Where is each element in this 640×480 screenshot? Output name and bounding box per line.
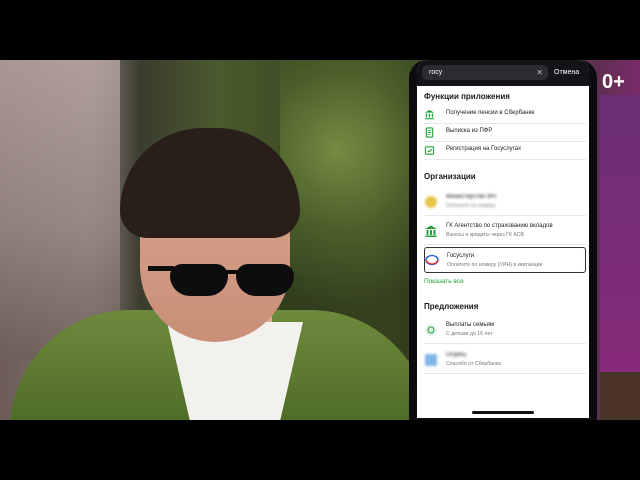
organization-title: Госуслуги (447, 253, 475, 259)
letterbox-bottom (0, 420, 640, 480)
organization-item-gosuslugi[interactable]: Госуслуги Оплатите по номеру (УИН) в кви… (424, 247, 586, 273)
bank-icon (425, 225, 437, 237)
letterbox-top (0, 0, 640, 60)
phone-device: госу ✕ Отмена Функции приложения Получен… (409, 60, 597, 420)
home-indicator[interactable] (472, 411, 534, 414)
function-item-label: Получение пенсии в Сбербанке (446, 110, 535, 116)
organization-subtitle: Взносы и кредиты через ГК АСВ (446, 232, 524, 238)
cancel-button[interactable]: Отмена (554, 65, 579, 80)
organization-title: ГК Агентство по страхованию вкладов (446, 223, 553, 229)
organization-subtitle: Оплатите по номеру (446, 203, 496, 209)
background-furniture (600, 372, 640, 420)
offer-title: Огурец (446, 352, 466, 358)
show-all-link[interactable]: Показать все (424, 278, 464, 285)
search-bar: госу ✕ Отмена (417, 60, 589, 86)
section-title-offers: Предложения (424, 302, 479, 311)
function-item-label: Выписка из ПФР (446, 128, 493, 134)
age-rating-badge: 0+ (602, 71, 625, 93)
section-title-organizations: Организации (424, 172, 476, 181)
offer-item-family-payments[interactable]: Выплаты семьям С детьми до 16 лет (424, 316, 586, 344)
gift-icon (425, 354, 437, 366)
family-icon (425, 324, 437, 336)
organization-title: Министерство МЧ (446, 194, 497, 200)
close-icon[interactable]: ✕ (536, 65, 543, 80)
organization-item-deposit-insurance[interactable]: ГК Агентство по страхованию вкладов Взно… (424, 217, 586, 245)
search-input[interactable]: госу ✕ (422, 65, 548, 80)
registration-icon (424, 146, 435, 155)
search-query: госу (429, 69, 443, 76)
sunglasses (148, 258, 294, 296)
organization-item-blurred[interactable]: Министерство МЧ Оплатите по номеру (424, 188, 586, 216)
bank-icon (424, 109, 435, 120)
document-icon (425, 127, 434, 138)
phone-screen: госу ✕ Отмена Функции приложения Получен… (417, 60, 589, 418)
offer-item-sberbank-spasibo[interactable]: Огурец Спасибо от Сбербанка (424, 346, 586, 374)
search-results: Функции приложения Получение пенсии в Сб… (417, 86, 589, 418)
offer-subtitle: Спасибо от Сбербанка (446, 361, 502, 367)
person-hair (120, 128, 300, 238)
section-title-functions: Функции приложения (424, 92, 510, 101)
function-item-pension[interactable]: Получение пенсии в Сбербанке (424, 106, 586, 124)
function-item-label: Регистрация на Госуслугах (446, 146, 522, 152)
function-item-gosuslugi-registration[interactable]: Регистрация на Госуслугах (424, 142, 586, 160)
organization-subtitle: Оплатите по номеру (УИН) в квитанции (447, 262, 543, 268)
gosuslugi-icon (425, 254, 439, 266)
function-item-pfr-statement[interactable]: Выписка из ПФР (424, 124, 586, 142)
coin-icon (425, 196, 437, 208)
offer-title: Выплаты семьям (446, 322, 494, 328)
offer-subtitle: С детьми до 16 лет (446, 331, 493, 337)
